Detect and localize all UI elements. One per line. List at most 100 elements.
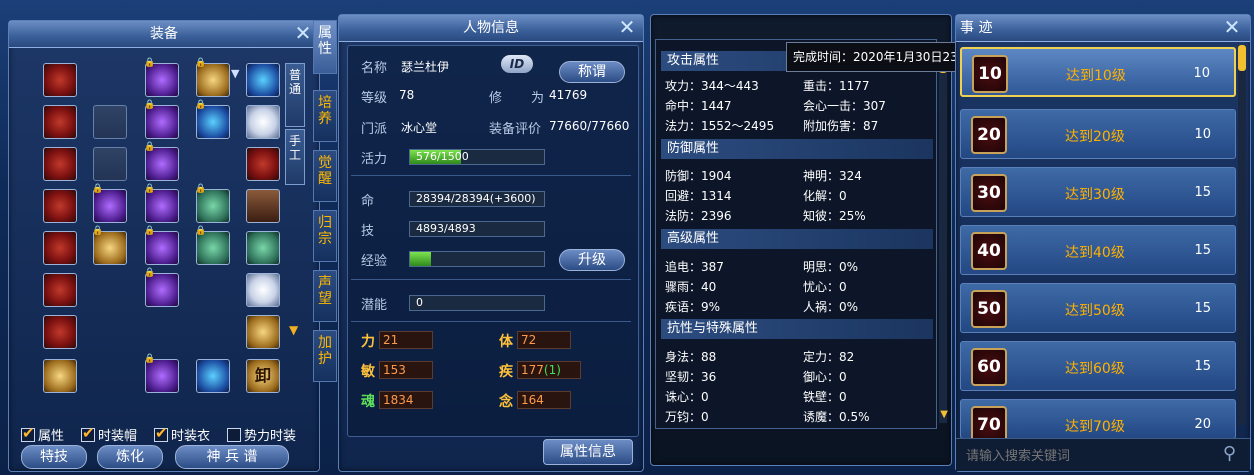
- close-icon[interactable]: ✕: [617, 17, 637, 38]
- attr-cell: 疾语：9%: [665, 300, 721, 314]
- achievement-row[interactable]: 10 达到10级 10: [960, 47, 1236, 97]
- tab-normal[interactable]: 普通: [285, 63, 305, 127]
- equip-slot[interactable]: 🔒: [144, 268, 179, 307]
- stat-agility-value: 153: [379, 361, 433, 379]
- equip-slot[interactable]: [43, 105, 77, 139]
- checkbox-attributes[interactable]: 属性: [21, 424, 64, 444]
- achievement-row[interactable]: 50 达到50级 15: [960, 283, 1236, 333]
- achievement-name: 达到50级: [1065, 303, 1125, 319]
- weapon-catalog-button[interactable]: 神 兵 谱: [175, 445, 289, 469]
- equip-slot[interactable]: 🔒: [195, 184, 230, 223]
- equip-slot[interactable]: [246, 315, 280, 349]
- tab-reputation[interactable]: 声望: [313, 270, 337, 322]
- id-button[interactable]: ID: [501, 55, 533, 73]
- achievements-title: 事 迹: [956, 15, 1250, 42]
- equip-slot[interactable]: [43, 189, 77, 223]
- upgrade-button[interactable]: 升级: [559, 249, 625, 271]
- stat-speed-bonus: (1): [543, 363, 561, 377]
- equip-slot[interactable]: 🔒: [144, 58, 179, 97]
- stat-constitution-label: 体: [499, 334, 513, 350]
- vigor-label: 活力: [361, 152, 388, 167]
- cultivation-suffix: 为: [531, 91, 545, 106]
- scrollbar[interactable]: [1238, 45, 1246, 425]
- scrollbar[interactable]: [939, 43, 947, 423]
- attribute-info-button[interactable]: 属性信息: [543, 439, 633, 465]
- section-advanced: 高级属性: [661, 229, 933, 249]
- checkbox-faction-fashion[interactable]: 势力时装: [227, 425, 296, 444]
- skill-value: 4893/4893: [416, 222, 476, 235]
- attr-cell: 坚韧：36: [665, 370, 717, 384]
- equip-slot[interactable]: [246, 63, 280, 97]
- attr-cell: 身法：88: [665, 350, 717, 364]
- equip-slot[interactable]: [43, 147, 77, 181]
- close-icon[interactable]: ✕: [293, 23, 313, 44]
- checkbox-fashion-hat[interactable]: 时装帽: [81, 424, 137, 444]
- level-badge: 30: [971, 174, 1007, 212]
- equip-slot[interactable]: 🔒: [144, 100, 179, 139]
- gear-score-label: 装备评价: [489, 122, 542, 137]
- achievement-row[interactable]: 70 达到70级 20: [960, 399, 1236, 439]
- achievement-points: 15: [1194, 243, 1211, 258]
- scroll-down-icon[interactable]: ▼: [940, 409, 948, 420]
- exp-bar-fill: [410, 252, 432, 266]
- equip-slot[interactable]: [43, 63, 77, 97]
- checkbox-icon[interactable]: [21, 424, 35, 442]
- achievement-row[interactable]: 60 达到60级 15: [960, 341, 1236, 391]
- equip-slot[interactable]: 🔒: [195, 226, 230, 265]
- equip-slot[interactable]: 🔒: [144, 226, 179, 265]
- equip-slot[interactable]: [43, 315, 77, 349]
- equip-slot[interactable]: 🔒: [195, 58, 230, 97]
- equip-slot[interactable]: 🔒: [144, 184, 179, 223]
- equip-slot[interactable]: 🔒: [92, 184, 127, 223]
- equip-slot[interactable]: 🔒: [144, 142, 179, 181]
- checkbox-icon[interactable]: [81, 424, 95, 442]
- stat-mind-label: 念: [499, 394, 513, 410]
- title-button[interactable]: 称谓: [559, 61, 625, 83]
- equip-slot[interactable]: [43, 273, 77, 307]
- skill-label: 技: [361, 224, 375, 239]
- unequip-button[interactable]: 卸: [246, 359, 280, 393]
- tab-craft[interactable]: 手工: [285, 129, 305, 185]
- cultivation-label: 修: [489, 91, 503, 106]
- equip-slot-empty[interactable]: [93, 147, 127, 181]
- scrollbar-thumb[interactable]: [1238, 45, 1246, 71]
- achievement-points: 15: [1194, 359, 1211, 374]
- checkbox-icon[interactable]: [227, 427, 241, 442]
- tab-attributes[interactable]: 属性: [313, 20, 337, 74]
- equip-slot[interactable]: 🔒: [144, 354, 179, 393]
- divider: [351, 175, 631, 176]
- checkbox-icon[interactable]: [154, 424, 168, 442]
- refine-button[interactable]: 炼化: [97, 445, 163, 469]
- equip-slot[interactable]: [196, 359, 230, 393]
- equip-slot[interactable]: 🔒: [92, 226, 127, 265]
- character-portrait-slot[interactable]: [246, 189, 280, 223]
- scroll-down-icon[interactable]: ▼: [289, 323, 298, 337]
- attr-cell: 化解：0: [803, 189, 847, 203]
- close-icon[interactable]: ✕: [1222, 17, 1242, 38]
- cultivation-value: 41769: [549, 88, 588, 102]
- equip-slot[interactable]: 🔒: [195, 100, 230, 139]
- achievement-row[interactable]: 40 达到40级 15: [960, 225, 1236, 275]
- equip-slot[interactable]: [246, 105, 280, 139]
- tab-return-sect[interactable]: 归宗: [313, 210, 337, 262]
- special-skill-button[interactable]: 特技: [21, 445, 87, 469]
- tab-protection[interactable]: 加护: [313, 330, 337, 382]
- checkbox-fashion-clothes[interactable]: 时装衣: [154, 424, 210, 444]
- equip-slot[interactable]: [246, 231, 280, 265]
- achievement-row[interactable]: 20 达到20级 10: [960, 109, 1236, 159]
- equip-slot[interactable]: [246, 273, 280, 307]
- dropdown-arrow-icon[interactable]: ▼: [231, 67, 239, 80]
- equip-slot[interactable]: [43, 231, 77, 265]
- attr-cell: 防御：1904: [665, 169, 732, 183]
- achievement-row[interactable]: 30 达到30级 15: [960, 167, 1236, 217]
- tab-cultivate[interactable]: 培养: [313, 90, 337, 142]
- equip-slot[interactable]: [246, 147, 280, 181]
- achievement-name: 达到60级: [1065, 361, 1125, 377]
- tab-awaken[interactable]: 觉醒: [313, 150, 337, 202]
- search-input[interactable]: [964, 444, 1198, 468]
- search-icon[interactable]: ⚲: [1223, 443, 1236, 464]
- equip-slot[interactable]: [43, 359, 77, 393]
- equip-slot-empty[interactable]: [93, 105, 127, 139]
- potential-value: 0: [416, 296, 423, 309]
- gear-score-value: 77660/77660: [549, 119, 630, 133]
